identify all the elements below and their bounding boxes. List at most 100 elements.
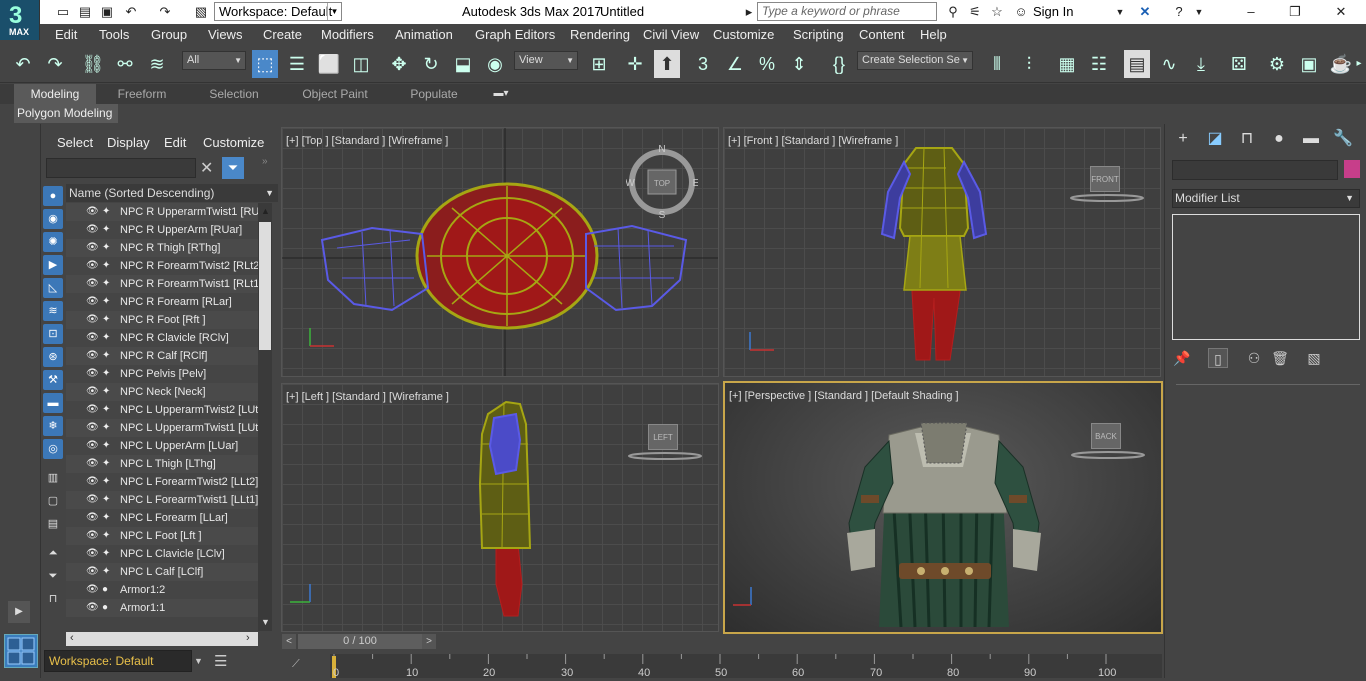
help-icon[interactable]: ?	[1170, 3, 1188, 21]
viewcube-left[interactable]: LEFT	[648, 424, 678, 450]
visibility-eye-icon[interactable]: 👁	[86, 545, 99, 563]
time-slider[interactable]: 0 / 100	[298, 634, 422, 649]
pivot-center-icon[interactable]: ⊞	[586, 50, 612, 78]
visibility-eye-icon[interactable]: 👁	[86, 401, 99, 419]
visibility-eye-icon[interactable]: 👁	[86, 347, 99, 365]
menu-modifiers[interactable]: Modifiers	[321, 27, 374, 42]
tab-selection[interactable]: Selection	[196, 84, 272, 104]
layer-icon[interactable]: ⊓	[43, 589, 63, 609]
search-input[interactable]: Type a keyword or phrase	[757, 2, 937, 21]
visibility-eye-icon[interactable]: 👁	[86, 221, 99, 239]
clear-search-icon[interactable]: ✕	[200, 158, 213, 178]
save-icon[interactable]: ▣	[98, 3, 116, 21]
close-icon[interactable]: ✕	[1332, 3, 1350, 21]
visibility-eye-icon[interactable]: 👁	[86, 509, 99, 527]
menu-help[interactable]: Help	[920, 27, 947, 42]
list-item[interactable]: 👁 ✦ NPC L UpperarmTwist1 [LUt1	[66, 419, 258, 437]
layer-explorer-icon[interactable]: ☷	[1086, 50, 1112, 78]
viewport-front-label[interactable]: [+] [Front ] [Standard ] [Wireframe ]	[728, 135, 898, 147]
rendered-frame-window-icon[interactable]: ▣	[1296, 50, 1322, 78]
move-icon[interactable]: ✥	[386, 50, 412, 78]
name-column-header[interactable]: Name (Sorted Descending) ▼	[66, 184, 278, 202]
list-item[interactable]: 👁 ✦ NPC Neck [Neck]	[66, 383, 258, 401]
visibility-eye-icon[interactable]: 👁	[86, 437, 99, 455]
list-item[interactable]: 👁 ✦ NPC L Forearm [LLar]	[66, 509, 258, 527]
tab-object-paint[interactable]: Object Paint	[290, 84, 380, 104]
tab-populate[interactable]: Populate	[396, 84, 472, 104]
menu-scripting[interactable]: Scripting	[793, 27, 844, 42]
visibility-eye-icon[interactable]: 👁	[86, 599, 99, 617]
undo-icon[interactable]: ↶	[10, 50, 36, 78]
display-bones-icon[interactable]: ⚒	[43, 370, 63, 390]
pin-stack-icon[interactable]: 📌	[1172, 348, 1192, 368]
scene-menu-customize[interactable]: Customize	[203, 135, 264, 150]
reference-coordinate-dropdown[interactable]: View ▼	[514, 51, 578, 70]
new-file-icon[interactable]: ▭	[54, 3, 72, 21]
list-item[interactable]: 👁 ✦ NPC L UpperarmTwist2 [LUt2	[66, 401, 258, 419]
schematic-view-icon[interactable]: ⤓	[1188, 50, 1214, 78]
percent-snap-icon[interactable]: %	[754, 50, 780, 78]
motion-tab-icon[interactable]: ●	[1268, 128, 1290, 150]
object-name-field[interactable]	[1172, 160, 1338, 180]
visibility-eye-icon[interactable]: 👁	[86, 473, 99, 491]
list-item[interactable]: 👁 ✦ NPC Pelvis [Pelv]	[66, 365, 258, 383]
menu-customize[interactable]: Customize	[713, 27, 774, 42]
display-groups-icon[interactable]: ⊡	[43, 324, 63, 344]
select-by-name-icon[interactable]: ☰	[284, 50, 310, 78]
visibility-eye-icon[interactable]: 👁	[86, 203, 99, 221]
display-hidden-icon[interactable]: ◎	[43, 439, 63, 459]
list-item[interactable]: 👁 ✦ NPC R Thigh [RThg]	[66, 239, 258, 257]
display-geometry-icon[interactable]: ●	[43, 186, 63, 206]
viewcube-perspective[interactable]: BACK	[1091, 423, 1121, 449]
menu-group[interactable]: Group	[151, 27, 187, 42]
redo-icon[interactable]: ↷	[42, 50, 68, 78]
scene-menu-edit[interactable]: Edit	[164, 135, 186, 150]
scene-menu-select[interactable]: Select	[57, 135, 93, 150]
workspace-dropdown[interactable]: Workspace: Default ▼	[214, 2, 342, 21]
expand-search-icon[interactable]: ▸	[744, 3, 754, 21]
list-item[interactable]: 👁 ● Armor1:1	[66, 599, 258, 617]
layers-icon[interactable]: ☰	[214, 652, 227, 670]
list-item[interactable]: 👁 ✦ NPC R Clavicle [RClv]	[66, 329, 258, 347]
list-item[interactable]: 👁 ✦ NPC L Calf [LClf]	[66, 563, 258, 581]
track-bar[interactable]	[330, 654, 1162, 678]
spinner-snap-icon[interactable]: ⇕	[786, 50, 812, 78]
scene-workspace-dropdown[interactable]: Workspace: Default	[44, 650, 192, 672]
chevron-down-icon[interactable]: ▼	[194, 656, 203, 666]
visibility-eye-icon[interactable]: 👁	[86, 419, 99, 437]
modifier-stack[interactable]	[1172, 214, 1360, 340]
visibility-eye-icon[interactable]: 👁	[86, 329, 99, 347]
configure-modifier-sets-icon[interactable]: ▧	[1304, 348, 1324, 368]
modify-tab-icon[interactable]: ◪	[1204, 128, 1226, 150]
display-space-warps-icon[interactable]: ≋	[43, 301, 63, 321]
hierarchy-tab-icon[interactable]: ⊓	[1236, 128, 1258, 150]
next-frame-icon[interactable]: >	[422, 634, 436, 649]
restore-icon[interactable]: ❐	[1286, 3, 1304, 21]
named-selection-set-dropdown[interactable]: Create Selection Se ▼	[857, 51, 973, 70]
polygon-modeling-panel[interactable]: Polygon Modeling	[14, 104, 118, 123]
visibility-eye-icon[interactable]: 👁	[86, 581, 99, 599]
scene-explorer-icon[interactable]: ▦	[1054, 50, 1080, 78]
visibility-eye-icon[interactable]: 👁	[86, 257, 99, 275]
viewport-front[interactable]: [+] [Front ] [Standard ] [Wireframe ] FR…	[723, 127, 1161, 377]
exchange-apps-icon[interactable]: ✕	[1136, 3, 1154, 21]
place-icon[interactable]: ◉	[482, 50, 508, 78]
display-none-icon[interactable]: ▢	[43, 491, 63, 511]
menu-animation[interactable]: Animation	[395, 27, 453, 42]
scroll-down-icon[interactable]: ▼	[261, 617, 270, 627]
keyboard-shortcut-override-icon[interactable]: ⬆	[654, 50, 680, 78]
toggle-ribbon-icon[interactable]: ▤	[1124, 50, 1150, 78]
visibility-eye-icon[interactable]: 👁	[86, 563, 99, 581]
list-item[interactable]: 👁 ✦ NPC L Thigh [LThg]	[66, 455, 258, 473]
expand-panel-icon[interactable]: ▶	[8, 601, 30, 623]
visibility-eye-icon[interactable]: 👁	[86, 383, 99, 401]
more-tools-icon[interactable]: ▸	[1354, 50, 1364, 78]
angle-snap-icon[interactable]: ∠	[722, 50, 748, 78]
display-frozen-icon[interactable]: ❄	[43, 416, 63, 436]
scrollbar-thumb[interactable]	[259, 222, 271, 350]
expand-icon[interactable]: »	[262, 156, 268, 167]
curve-editor-icon[interactable]: ∿	[1156, 50, 1182, 78]
menu-edit[interactable]: Edit	[55, 27, 77, 42]
curve-editor-toggle-icon[interactable]: ⟋	[292, 658, 300, 671]
viewport-left[interactable]: [+] [Left ] [Standard ] [Wireframe ] LEF…	[281, 383, 719, 632]
